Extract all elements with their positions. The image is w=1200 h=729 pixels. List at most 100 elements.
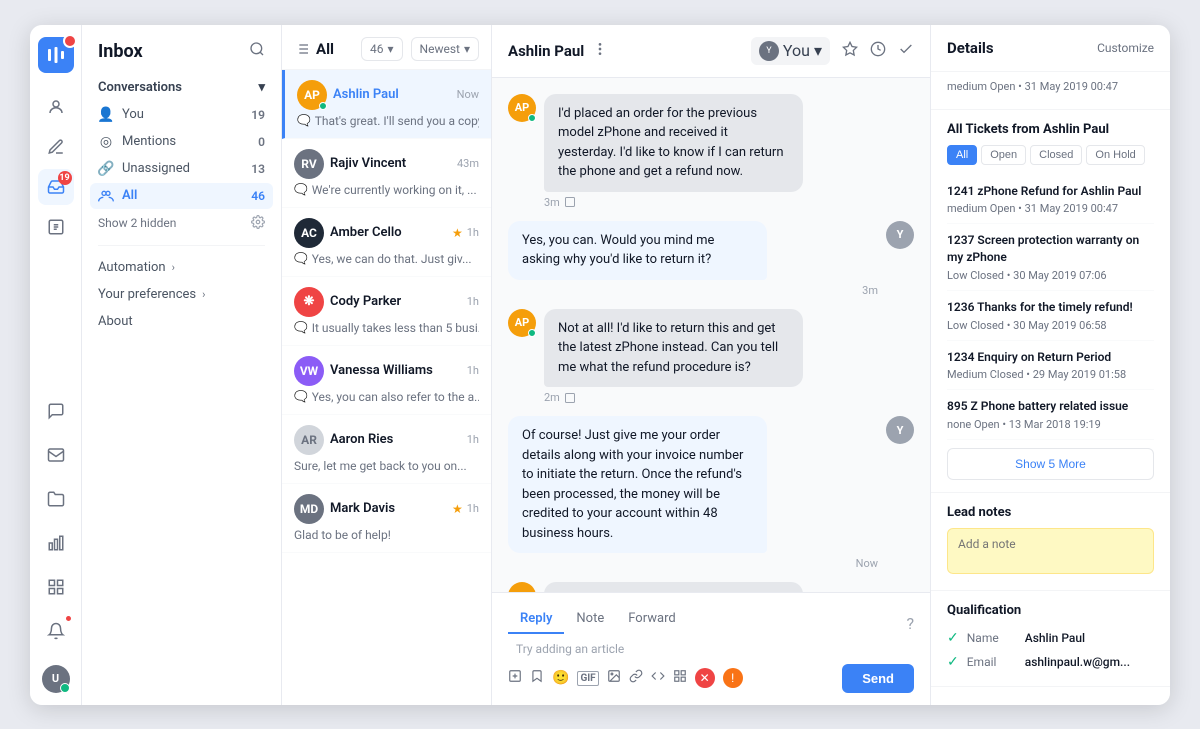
ticket-filters: All Open Closed On Hold bbox=[947, 145, 1154, 165]
conv-item-vanessa-williams[interactable]: VW Vanessa Williams 1h 🗨️ Yes, you can a… bbox=[282, 346, 491, 415]
message-avatar-5: AP bbox=[508, 582, 536, 592]
filter-on-hold[interactable]: On Hold bbox=[1086, 145, 1144, 165]
reaction-icon[interactable]: ✕ bbox=[695, 668, 715, 688]
sidebar-about-link[interactable]: About bbox=[82, 308, 281, 335]
apps-nav-icon[interactable] bbox=[38, 569, 74, 605]
details-title: Details bbox=[947, 39, 994, 57]
star-icon: ★ bbox=[452, 226, 463, 240]
chat-nav-icon[interactable] bbox=[38, 393, 74, 429]
conv-item-rajiv-vincent[interactable]: RV Rajiv Vincent 43m 🗨️ We're currently … bbox=[282, 139, 491, 208]
message-row-3: AP Not at all! I'd like to return this a… bbox=[508, 309, 914, 405]
search-icon[interactable] bbox=[249, 41, 265, 61]
tickets-section-title: All Tickets from Ashlin Paul bbox=[947, 122, 1154, 137]
customize-button[interactable]: Customize bbox=[1097, 41, 1154, 55]
conv-item-cody-parker[interactable]: ❋ Cody Parker 1h 🗨️ It usually takes les… bbox=[282, 277, 491, 346]
compose-help-icon[interactable]: ? bbox=[906, 614, 914, 633]
star-icon-mark: ★ bbox=[452, 502, 463, 516]
name-label: Name bbox=[967, 631, 1017, 645]
conversations-section-label[interactable]: Conversations ▾ bbox=[90, 74, 273, 101]
seen-icon bbox=[564, 196, 576, 208]
agent-selector[interactable]: Y You ▾ bbox=[751, 37, 830, 65]
email-nav-icon[interactable] bbox=[38, 437, 74, 473]
sidebar-title: Inbox bbox=[98, 41, 143, 62]
compose-nav-icon[interactable] bbox=[38, 129, 74, 165]
note-tab[interactable]: Note bbox=[564, 605, 616, 634]
conv-item-amber-cello[interactable]: AC Amber Cello ★ 1h 🗨️ Yes, we can do th… bbox=[282, 208, 491, 277]
show-hidden-label[interactable]: Show 2 hidden bbox=[98, 216, 176, 230]
qualification-section: Qualification ✓ Name Ashlin Paul ✓ Email… bbox=[931, 591, 1170, 687]
message-row-5: AP That's great. I'll send you a copy of… bbox=[508, 582, 914, 592]
ticket-meta-895: none Open • 13 Mar 2018 19:19 bbox=[947, 418, 1154, 431]
bell-nav-icon[interactable] bbox=[38, 613, 74, 649]
filter-open[interactable]: Open bbox=[981, 145, 1026, 165]
bookmark-icon[interactable] bbox=[530, 669, 544, 687]
files-nav-icon[interactable] bbox=[38, 481, 74, 517]
sidebar-item-you[interactable]: 👤 You 19 bbox=[90, 102, 273, 128]
filter-all[interactable]: All bbox=[947, 145, 977, 165]
inbox-nav-icon[interactable]: 19 bbox=[38, 169, 74, 205]
message-avatar-2: Y bbox=[886, 221, 914, 249]
right-panel: Details Customize medium Open • 31 May 2… bbox=[930, 25, 1170, 705]
sidebar-automation-link[interactable]: Automation › bbox=[82, 254, 281, 281]
mentions-icon: ◎ bbox=[98, 134, 114, 150]
conversation-list: All 46 ▾ Newest ▾ AP bbox=[282, 25, 492, 705]
filter-icon bbox=[294, 41, 310, 57]
ticket-item-895[interactable]: 895 Z Phone battery related issue none O… bbox=[947, 390, 1154, 440]
unassigned-icon: 🔗 bbox=[98, 161, 114, 177]
lead-notes-section: Lead notes bbox=[931, 493, 1170, 591]
note-input[interactable] bbox=[947, 528, 1154, 574]
sidebar-item-unassigned[interactable]: 🔗 Unassigned 13 bbox=[90, 156, 273, 182]
link-icon[interactable] bbox=[629, 669, 643, 687]
timer-action-icon[interactable] bbox=[870, 41, 886, 61]
sidebar-item-mentions[interactable]: ◎ Mentions 0 bbox=[90, 129, 273, 155]
ticket-item-1241[interactable]: 1241 zPhone Refund for Ashlin Paul mediu… bbox=[947, 175, 1154, 225]
email-label: Email bbox=[967, 655, 1017, 669]
forward-tab[interactable]: Forward bbox=[616, 605, 687, 634]
ticket-meta-1236: Low Closed • 30 May 2019 06:58 bbox=[947, 319, 1154, 332]
message-row-4: Y Of course! Just give me your order det… bbox=[508, 416, 914, 570]
conv-item-aaron-ries[interactable]: AR Aaron Ries 1h Sure, let me get back t… bbox=[282, 415, 491, 484]
email-value: ashlinpaul.w@gm... bbox=[1025, 655, 1130, 669]
sort-filter-btn[interactable]: Newest ▾ bbox=[411, 37, 479, 61]
reports-nav-icon[interactable] bbox=[38, 209, 74, 245]
count-filter-btn[interactable]: 46 ▾ bbox=[361, 37, 403, 61]
user-avatar[interactable]: U bbox=[42, 665, 70, 693]
gif-icon[interactable]: GIF bbox=[577, 671, 598, 686]
more-options-icon[interactable] bbox=[592, 41, 608, 61]
settings-icon[interactable] bbox=[251, 214, 265, 233]
ticket-item-1234[interactable]: 1234 Enquiry on Return Period Medium Clo… bbox=[947, 341, 1154, 391]
lead-notes-title: Lead notes bbox=[947, 505, 1154, 520]
qualification-email-item: ✓ Email ashlinpaul.w@gm... bbox=[947, 650, 1154, 674]
conv-item-ashlin-paul[interactable]: AP Ashlin Paul Now 🗨️ That's great. I'll… bbox=[282, 70, 491, 139]
reply-tab[interactable]: Reply bbox=[508, 605, 564, 634]
sidebar-item-all[interactable]: All 46 bbox=[90, 183, 273, 209]
ticket-item-1237[interactable]: 1237 Screen protection warranty on my zP… bbox=[947, 224, 1154, 291]
more-compose-icon[interactable]: ! bbox=[723, 668, 743, 688]
app-container: 19 U bbox=[30, 25, 1170, 705]
chat-contact-name: Ashlin Paul bbox=[508, 42, 584, 60]
message-bubble-2: Yes, you can. Would you mind me asking w… bbox=[508, 221, 767, 280]
check-action-icon[interactable] bbox=[898, 41, 914, 61]
ticket-item-1236[interactable]: 1236 Thanks for the timely refund! Low C… bbox=[947, 291, 1154, 341]
show-more-button[interactable]: Show 5 More bbox=[947, 448, 1154, 480]
image-icon[interactable] bbox=[607, 669, 621, 687]
emoji-icon[interactable]: 🙂 bbox=[552, 670, 569, 686]
star-action-icon[interactable] bbox=[842, 41, 858, 61]
filter-closed[interactable]: Closed bbox=[1030, 145, 1082, 165]
code-icon[interactable] bbox=[651, 669, 665, 687]
compose-toolbar: 🙂 GIF ✕ ! Se bbox=[508, 664, 914, 693]
apps-compose-icon[interactable] bbox=[673, 669, 687, 687]
sidebar: Inbox Conversations ▾ 👤 You 19 ◎ Menti bbox=[82, 25, 282, 705]
send-button[interactable]: Send bbox=[842, 664, 914, 693]
contacts-nav-icon[interactable] bbox=[38, 89, 74, 125]
conv-item-mark-davis[interactable]: MD Mark Davis ★ 1h Glad to be of help! bbox=[282, 484, 491, 553]
aaron-avatar: AR bbox=[294, 425, 324, 455]
sidebar-preferences-link[interactable]: Your preferences › bbox=[82, 281, 281, 308]
conv-list-title: All bbox=[294, 40, 334, 58]
ticket-title-1234: 1234 Enquiry on Return Period bbox=[947, 349, 1154, 366]
analytics-nav-icon[interactable] bbox=[38, 525, 74, 561]
email-check-icon: ✓ bbox=[947, 654, 959, 670]
compose-tabs: Reply Note Forward bbox=[508, 605, 688, 634]
app-logo[interactable] bbox=[38, 37, 74, 73]
attach-icon[interactable] bbox=[508, 669, 522, 687]
